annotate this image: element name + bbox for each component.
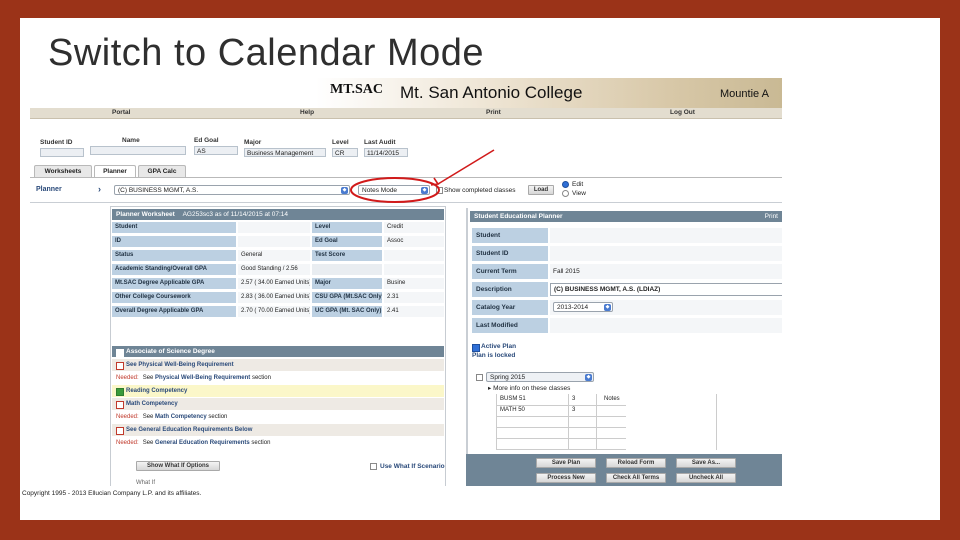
annotation-overlay [350, 149, 495, 203]
annotation-arrow-icon [437, 149, 495, 185]
copyright-text: Copyright 1995 - 2013 Ellucian Company L… [22, 490, 202, 497]
degreeworks-screenshot: MT.SAC Mt. San Antonio College Mountie A… [30, 78, 782, 486]
slide-title: Switch to Calendar Mode [48, 32, 485, 74]
highlight-ellipse [350, 177, 440, 203]
